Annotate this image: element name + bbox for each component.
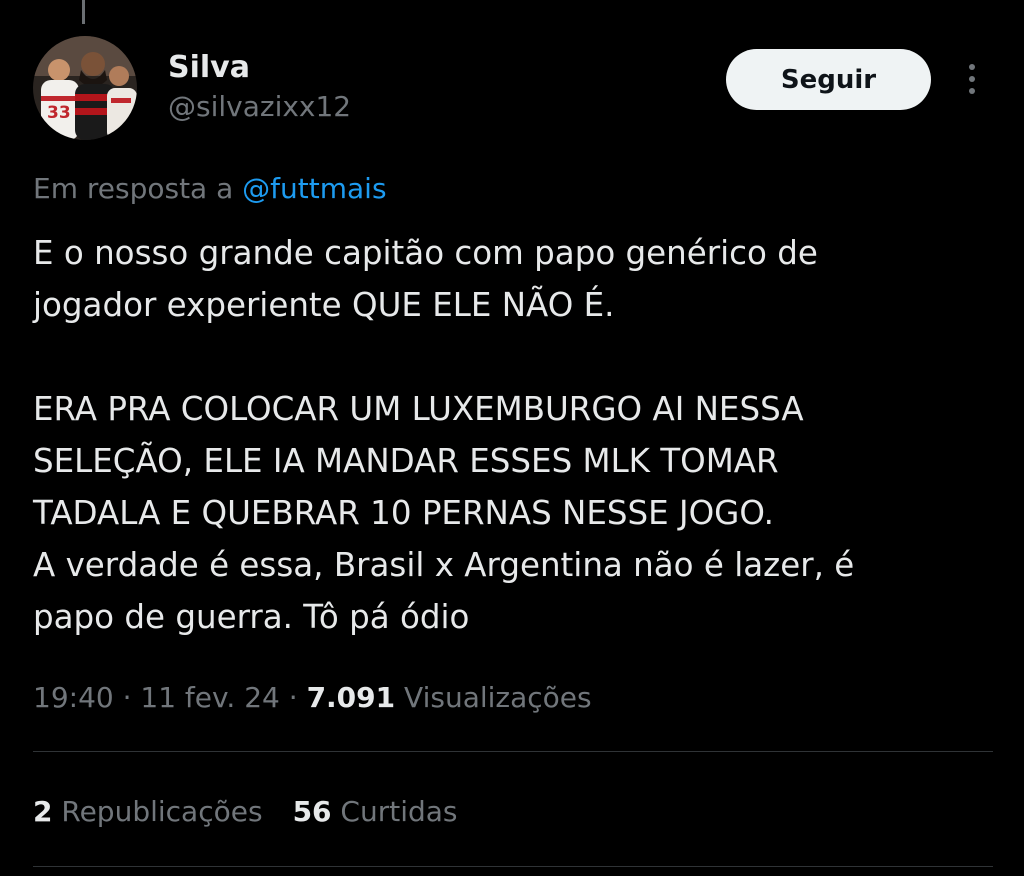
engagement-stats: 2 Republicações 56 Curtidas — [33, 790, 458, 834]
tweet-date[interactable]: 11 fev. 24 — [140, 681, 279, 714]
tweet-text: E o nosso grande capitão com papo genéri… — [33, 234, 855, 636]
reply-prefix: Em resposta a — [33, 172, 243, 205]
reposts-label: Republicações — [52, 795, 263, 828]
views-label: Visualizações — [395, 681, 592, 714]
likes-count: 56 — [292, 795, 332, 828]
divider — [33, 751, 993, 752]
meta-separator: · — [113, 681, 141, 714]
svg-text:33: 33 — [47, 103, 71, 123]
more-vertical-icon — [969, 64, 975, 94]
reply-context: Em resposta a @futtmais — [33, 169, 387, 209]
meta-separator: · — [279, 681, 307, 714]
likes-label: Curtidas — [331, 795, 458, 828]
tweet-time[interactable]: 19:40 — [33, 681, 114, 714]
reposts-count: 2 — [33, 795, 53, 828]
avatar[interactable]: 33 — [33, 36, 137, 140]
reposts-stat[interactable]: 2 Republicações — [33, 795, 263, 828]
divider — [33, 866, 993, 867]
author-handle[interactable]: @silvazixx12 — [168, 89, 351, 125]
reply-mention-link[interactable]: @futtmais — [242, 172, 386, 205]
tweet-meta: 19:40 · 11 fev. 24 · 7.091 Visualizações — [33, 676, 592, 720]
likes-stat[interactable]: 56 Curtidas — [293, 795, 458, 828]
thread-connector-line — [82, 0, 85, 24]
views-count: 7.091 — [306, 681, 396, 714]
profile-photo-icon: 33 — [33, 36, 137, 140]
author-display-name[interactable]: Silva — [168, 50, 250, 86]
more-options-button[interactable] — [954, 57, 990, 101]
follow-button[interactable]: Seguir — [726, 49, 931, 110]
